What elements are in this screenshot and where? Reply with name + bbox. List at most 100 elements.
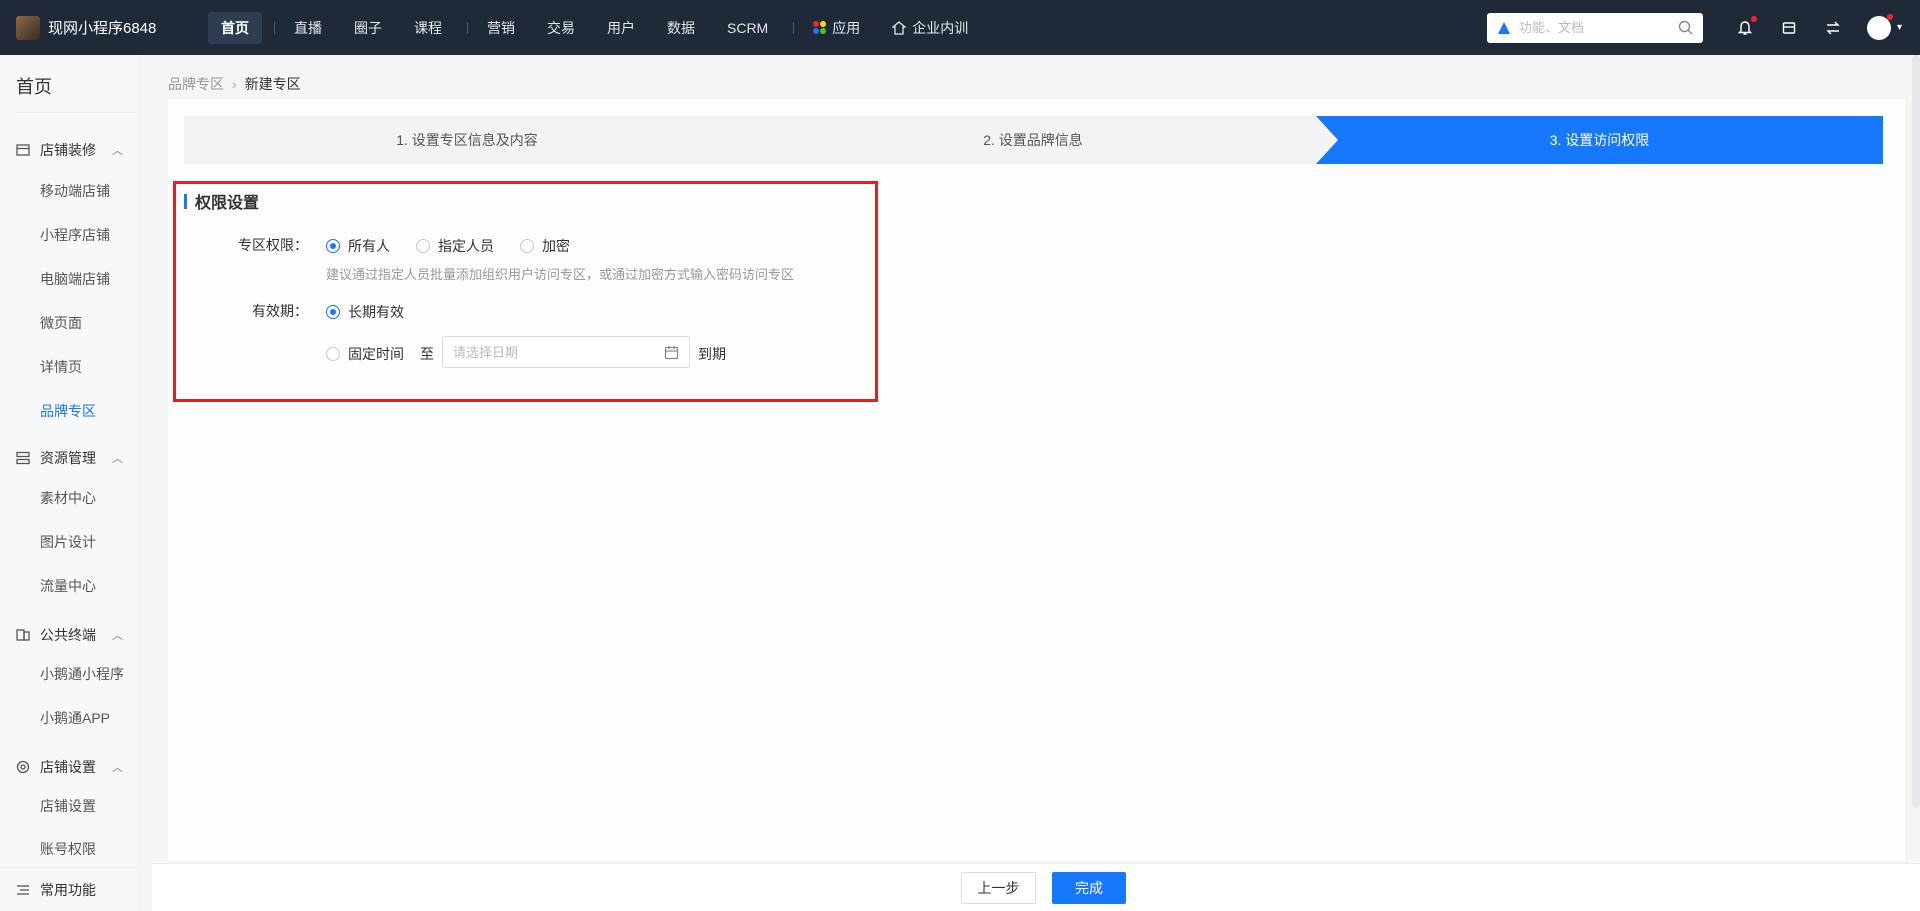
radio-long-term-label: 长期有效	[348, 304, 404, 320]
nav-item-apps[interactable]: 应用	[800, 12, 873, 44]
step-bar: 1. 设置专区信息及内容 2. 设置品牌信息 3. 设置访问权限	[184, 116, 1883, 164]
chevron-up-icon: ︿	[112, 762, 123, 774]
chevron-right-icon: ›	[232, 76, 237, 92]
search-logo-icon	[1497, 21, 1511, 35]
radio-dot-checked	[326, 239, 340, 253]
date-input[interactable]	[453, 344, 664, 360]
sidebar-group-resources[interactable]: 资源管理 ︿	[0, 443, 137, 473]
nav-right: ▾	[1486, 0, 1902, 55]
store-icon	[16, 142, 32, 158]
brand[interactable]: 现网小程序6848	[0, 15, 190, 40]
nav-item-marketing[interactable]: 营销	[474, 12, 528, 44]
sidebar-item-image-design[interactable]: 图片设计	[40, 532, 96, 552]
list-icon	[16, 882, 32, 898]
sidebar-divider	[16, 112, 136, 113]
radio-dot	[520, 239, 534, 253]
nav-item-trade[interactable]: 交易	[534, 12, 588, 44]
step-3-label: 3. 设置访问权限	[1549, 132, 1650, 148]
search-icon[interactable]	[1678, 20, 1693, 35]
sidebar: 首页 店铺装修 ︿ 移动端店铺 小程序店铺 电脑端店铺 微页面 详情页 品牌专区…	[0, 55, 137, 911]
sidebar-item-detail-page[interactable]: 详情页	[40, 357, 82, 377]
nav-menu: 首页 直播 圈子 课程 营销 交易 用户 数据 SCRM 应用 企业内训	[208, 11, 987, 44]
sidebar-item-miniprogram-store[interactable]: 小程序店铺	[40, 225, 110, 245]
footer-bar	[152, 863, 1920, 911]
sidebar-group-settings[interactable]: 店铺设置 ︿	[0, 752, 137, 782]
sidebar-group-decoration[interactable]: 店铺装修 ︿	[0, 135, 137, 165]
radio-dot-checked	[326, 305, 340, 319]
date-picker[interactable]	[442, 336, 690, 368]
page-scrollbar[interactable]	[1912, 55, 1920, 808]
sidebar-group-label: 店铺设置	[40, 759, 96, 775]
notification-dot	[1750, 15, 1757, 22]
expire-label: 到期	[698, 346, 726, 362]
radio-everyone[interactable]: 所有人	[326, 236, 390, 256]
highlight-box	[173, 181, 878, 402]
finish-button[interactable]: 完成	[1052, 872, 1126, 904]
sidebar-item-traffic-center[interactable]: 流量中心	[40, 576, 96, 596]
section-title: 权限设置	[184, 189, 259, 213]
sidebar-item-account-permissions[interactable]: 账号权限	[40, 839, 96, 859]
avatar[interactable]	[1866, 13, 1893, 40]
chevron-up-icon: ︿	[112, 630, 123, 642]
store-icon[interactable]	[1779, 18, 1799, 38]
nav-item-training[interactable]: 企业内训	[879, 12, 981, 44]
section-title-bar	[184, 193, 187, 209]
step-3-active[interactable]: 3. 设置访问权限	[1316, 116, 1883, 164]
radio-fixed-time-label: 固定时间	[348, 346, 404, 362]
breadcrumb: 品牌专区 › 新建专区	[168, 74, 301, 94]
nav-item-user[interactable]: 用户	[594, 12, 648, 44]
breadcrumb-current: 新建专区	[244, 76, 301, 92]
radio-specified[interactable]: 指定人员	[416, 236, 494, 256]
sidebar-item-mobile-store[interactable]: 移动端店铺	[40, 181, 110, 201]
chevron-down-icon[interactable]: ▾	[1897, 22, 1902, 33]
sidebar-item-pc-store[interactable]: 电脑端店铺	[40, 269, 110, 289]
nav-item-scrm[interactable]: SCRM	[714, 12, 781, 44]
bell-icon[interactable]	[1735, 15, 1757, 38]
terminal-icon	[16, 627, 32, 643]
nav-item-home[interactable]: 首页	[208, 11, 262, 44]
nav-divider	[793, 21, 795, 34]
step-2[interactable]: 2. 设置品牌信息	[750, 116, 1316, 164]
search-input[interactable]	[1518, 20, 1678, 35]
calendar-icon[interactable]	[664, 345, 679, 360]
nav-item-live[interactable]: 直播	[281, 12, 335, 44]
common-functions[interactable]: 常用功能	[0, 867, 137, 911]
global-search[interactable]	[1486, 12, 1703, 43]
nav-item-course[interactable]: 课程	[401, 12, 455, 44]
training-icon	[892, 20, 907, 35]
radio-fixed-time[interactable]: 固定时间	[326, 344, 404, 364]
chevron-up-icon: ︿	[112, 453, 123, 465]
apps-icon	[813, 21, 827, 34]
nav-item-data[interactable]: 数据	[654, 12, 708, 44]
sidebar-title: 首页	[16, 77, 52, 97]
radio-dot	[416, 239, 430, 253]
radio-dot	[326, 347, 340, 361]
radio-encrypted[interactable]: 加密	[520, 236, 570, 256]
nav-divider	[274, 21, 275, 34]
sidebar-group-terminals[interactable]: 公共终端 ︿	[0, 620, 137, 650]
radio-long-term[interactable]: 长期有效	[326, 302, 404, 322]
permission-label: 专区权限：	[238, 237, 308, 253]
brand-logo	[16, 15, 40, 40]
sidebar-item-store-settings[interactable]: 店铺设置	[40, 796, 96, 816]
to-label: 至	[420, 346, 434, 362]
sidebar-group-label: 公共终端	[40, 627, 96, 643]
sidebar-item-material-center[interactable]: 素材中心	[40, 488, 96, 508]
sidebar-item-xiaoe-miniprogram[interactable]: 小鹅通小程序	[40, 664, 124, 684]
chevron-up-icon: ︿	[112, 145, 123, 157]
prev-step-button[interactable]: 上一步	[961, 872, 1036, 904]
sidebar-item-xiaoe-app[interactable]: 小鹅通APP	[40, 708, 110, 728]
step-1[interactable]: 1. 设置专区信息及内容	[184, 116, 750, 164]
sidebar-item-micro-page[interactable]: 微页面	[40, 313, 82, 333]
common-functions-label: 常用功能	[40, 881, 96, 898]
breadcrumb-parent[interactable]: 品牌专区	[168, 74, 224, 94]
top-navigation: 现网小程序6848 首页 直播 圈子 课程 营销 交易 用户 数据 SCRM 应…	[0, 0, 1920, 55]
radio-encrypted-label: 加密	[542, 238, 570, 254]
validity-label: 有效期：	[252, 303, 308, 319]
brand-name: 现网小程序6848	[48, 20, 157, 37]
switch-icon[interactable]	[1823, 18, 1843, 38]
nav-item-circle[interactable]: 圈子	[341, 12, 395, 44]
nav-divider	[467, 21, 468, 34]
sidebar-group-label: 资源管理	[40, 450, 96, 466]
sidebar-item-brand-zone[interactable]: 品牌专区	[40, 401, 96, 421]
